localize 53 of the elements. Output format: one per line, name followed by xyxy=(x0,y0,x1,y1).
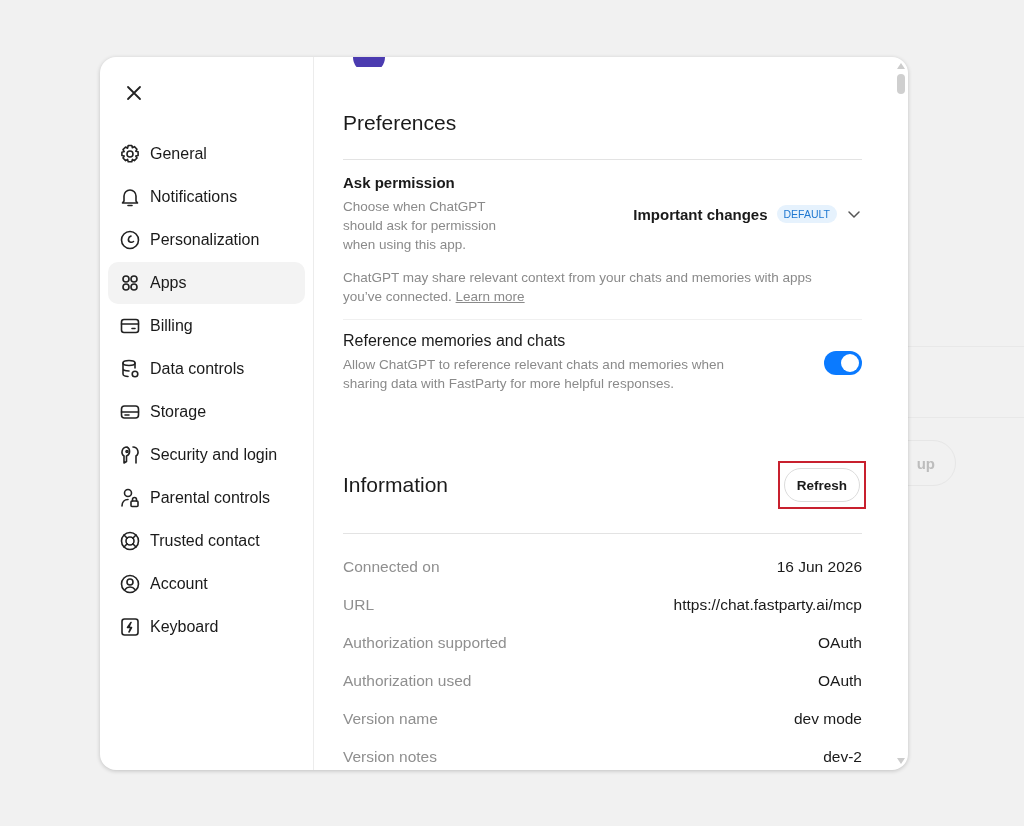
info-value: OAuth xyxy=(818,634,862,652)
section-title: Preferences xyxy=(343,111,458,135)
app-logo-icon xyxy=(351,57,387,67)
setting-title: Ask permission xyxy=(343,174,456,191)
sidebar-item[interactable]: Parental controls xyxy=(108,477,305,519)
sidebar-item[interactable]: Keyboard xyxy=(108,606,305,648)
info-value: dev-2 xyxy=(823,748,862,766)
gear-icon xyxy=(119,143,141,165)
info-label: Version notes xyxy=(343,748,437,766)
sharing-note: ChatGPT may share relevant context from your chats and memories with apps you’ve connected. Learn more xyxy=(343,269,813,306)
info-label: Authorization used xyxy=(343,672,472,690)
refresh-button[interactable]: Refresh xyxy=(783,468,860,502)
sidebar-item[interactable]: Security and login xyxy=(108,434,305,476)
info-label: URL xyxy=(343,596,374,614)
circles-grid-icon xyxy=(119,272,141,294)
sidebar-item[interactable]: Billing xyxy=(108,305,305,347)
info-label: Connected on xyxy=(343,558,440,576)
key-icon xyxy=(119,444,141,466)
info-value: dev mode xyxy=(793,710,862,728)
info-label: Authorization supported xyxy=(343,634,507,652)
sidebar-item[interactable]: Notifications xyxy=(108,176,305,218)
scroll-up-icon xyxy=(897,63,905,69)
info-value: 16 Jun 2026 xyxy=(776,558,862,576)
setting-description: Allow ChatGPT to reference relevant chats and memories when sharing data with FastParty for more helpful responses. xyxy=(343,356,725,393)
sidebar-item[interactable]: Personalization xyxy=(108,219,305,261)
database-icon xyxy=(119,358,141,380)
default-badge: DEFAULT xyxy=(776,205,837,223)
scrollbar-thumb[interactable] xyxy=(897,74,905,94)
keyboard-icon xyxy=(119,616,141,638)
section-title: Information xyxy=(343,473,449,497)
swirl-icon xyxy=(119,229,141,251)
permission-dropdown[interactable]: Important changes DEFAULT xyxy=(633,205,862,223)
close-icon xyxy=(125,84,143,102)
info-value: OAuth xyxy=(818,672,862,690)
person-lock-icon xyxy=(119,487,141,509)
close-button[interactable] xyxy=(124,83,144,103)
scroll-down-icon xyxy=(897,758,905,764)
sidebar-item[interactable]: Data controls xyxy=(108,348,305,390)
sidebar-item[interactable]: Trusted contact xyxy=(108,520,305,562)
setting-title: Reference memories and chats xyxy=(343,332,567,350)
info-value: https://chat.fastparty.ai/mcp xyxy=(673,596,862,614)
sidebar-item[interactable]: Storage xyxy=(108,391,305,433)
info-label: Version name xyxy=(343,710,438,728)
toggle-switch[interactable] xyxy=(824,350,862,375)
learn-more-link[interactable]: Learn more xyxy=(455,289,525,304)
lifebuoy-icon xyxy=(119,530,141,552)
setting-description: Choose when ChatGPT should ask for permission when using this app. xyxy=(343,198,498,254)
sidebar-item[interactable]: Apps xyxy=(108,262,305,304)
sidebar-item[interactable]: Account xyxy=(108,563,305,605)
sidebar-item[interactable]: General xyxy=(108,133,305,175)
dropdown-value: Important changes xyxy=(633,205,768,223)
person-icon xyxy=(119,573,141,595)
bell-icon xyxy=(119,186,141,208)
